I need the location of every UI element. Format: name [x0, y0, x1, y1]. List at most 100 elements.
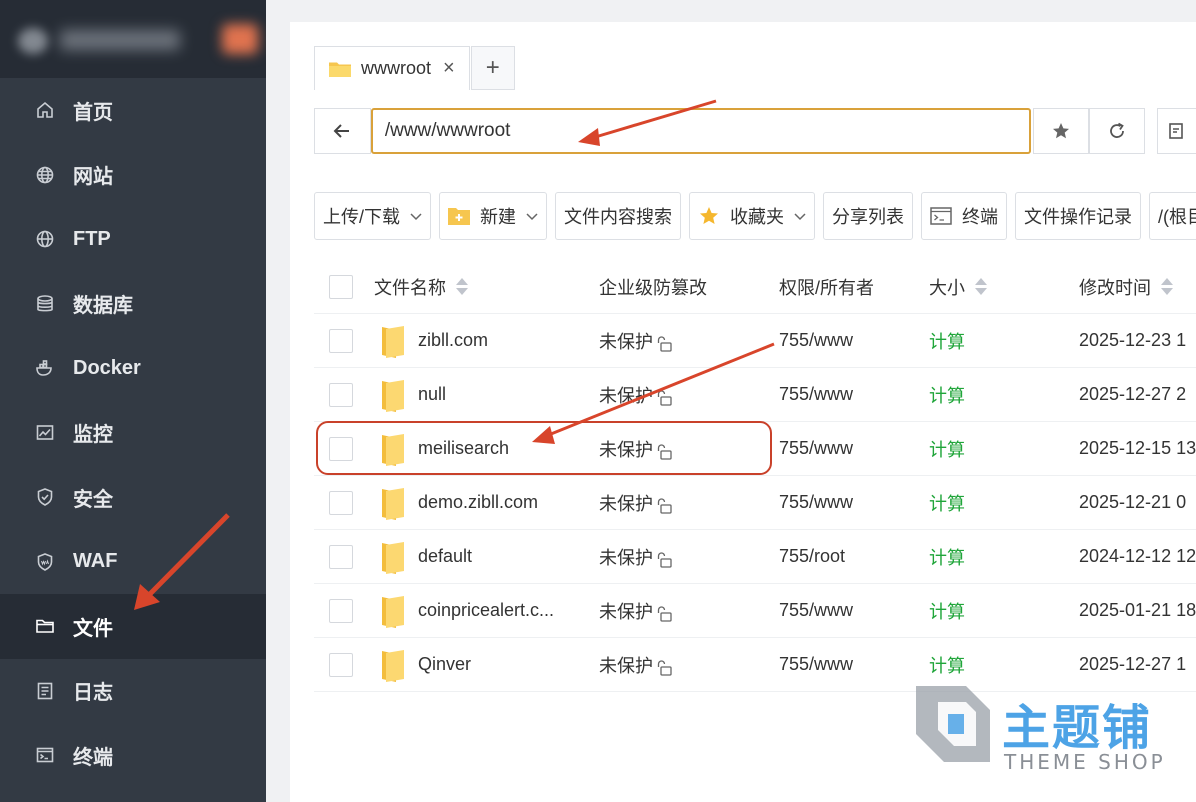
file-name-cell[interactable]: demo.zibll.com — [374, 486, 538, 520]
permission-owner: 755/www — [779, 330, 854, 350]
sidebar-item-database[interactable]: 数据库 — [0, 272, 266, 337]
tab-wwwroot[interactable]: wwwroot × — [314, 46, 470, 90]
sidebar-item-website[interactable]: 网站 — [0, 143, 266, 208]
terminal-button[interactable]: 终端 — [921, 192, 1008, 240]
protect-cell[interactable]: 未保护 — [599, 382, 673, 408]
row-checkbox[interactable] — [329, 652, 353, 677]
protect-status: 未保护 — [599, 601, 653, 622]
permission-cell[interactable]: 755/www — [779, 654, 853, 675]
table-row[interactable]: demo.zibll.com 未保护 755/www 计算 2025-12-21 0 — [314, 476, 1196, 530]
protect-cell[interactable]: 未保护 — [599, 652, 673, 678]
unlock-icon — [657, 605, 672, 622]
table-row[interactable]: coinpricealert.c... 未保护 755/www 计算 2025-01-2… — [314, 584, 1196, 638]
permission-owner: 755/www — [779, 438, 854, 458]
file-name-cell[interactable]: zibll.com — [374, 324, 488, 358]
edit-path-button[interactable] — [1156, 108, 1196, 154]
unlock-icon — [657, 389, 672, 406]
sidebar-item-terminal[interactable]: 终端 — [0, 723, 266, 788]
calculate-size-link[interactable]: 计算 — [929, 436, 965, 462]
share-list-label: 分享列表 — [832, 207, 905, 227]
add-tab-button[interactable]: + — [470, 46, 515, 90]
size-cell[interactable]: 计算 — [929, 598, 965, 624]
row-checkbox[interactable] — [329, 490, 353, 515]
mtime-cell: 2024-12-12 12 — [1079, 546, 1196, 567]
content-search-button[interactable]: 文件内容搜索 — [555, 192, 682, 240]
file-name-cell[interactable]: meilisearch — [374, 432, 509, 466]
sidebar-item-security[interactable]: 安全 — [0, 465, 266, 530]
file-name: null — [418, 384, 447, 404]
sidebar-item-files[interactable]: 文件 — [0, 594, 266, 659]
row-checkbox[interactable] — [329, 328, 353, 353]
refresh-icon — [1110, 122, 1124, 138]
favorite-button[interactable] — [1033, 108, 1089, 154]
blurred-logo — [18, 28, 48, 54]
sidebar-item-home[interactable]: 首页 — [0, 78, 266, 143]
protect-cell[interactable]: 未保护 — [599, 328, 673, 354]
protect-status: 未保护 — [599, 655, 653, 676]
calculate-size-link[interactable]: 计算 — [929, 652, 965, 678]
table-row[interactable]: meilisearch 未保护 755/www 计算 2025-12-15 13 — [314, 422, 1196, 476]
path-input[interactable] — [370, 108, 1032, 154]
calculate-size-link[interactable]: 计算 — [929, 598, 965, 624]
unlock-icon — [657, 497, 672, 514]
header-name[interactable]: 文件名称 — [374, 274, 468, 300]
size-cell[interactable]: 计算 — [929, 544, 965, 570]
upload-download-button[interactable]: 上传/下载 — [314, 192, 432, 240]
permission-owner: 755/www — [779, 600, 854, 620]
sidebar-item-waf[interactable]: WAF — [0, 530, 266, 595]
size-cell[interactable]: 计算 — [929, 436, 965, 462]
permission-cell[interactable]: 755/www — [779, 384, 853, 405]
root-dir-button[interactable]: /(根目录 — [1149, 192, 1196, 240]
table-row[interactable]: null 未保护 755/www 计算 2025-12-27 2 — [314, 368, 1196, 422]
row-checkbox[interactable] — [329, 382, 353, 407]
size-cell[interactable]: 计算 — [929, 382, 965, 408]
file-name: demo.zibll.com — [418, 492, 539, 512]
sidebar-item-monitor[interactable]: 监控 — [0, 401, 266, 466]
size-cell[interactable]: 计算 — [929, 652, 965, 678]
row-checkbox[interactable] — [329, 544, 353, 569]
permission-cell[interactable]: 755/www — [779, 492, 853, 513]
table-row[interactable]: default 未保护 755/root 计算 2024-12-12 12 — [314, 530, 1196, 584]
calculate-size-link[interactable]: 计算 — [929, 382, 965, 408]
file-name-cell[interactable]: null — [374, 378, 446, 412]
new-button[interactable]: 新建 — [439, 192, 548, 240]
select-all-checkbox[interactable] — [329, 274, 353, 299]
file-name-cell[interactable]: default — [374, 540, 472, 574]
protect-cell[interactable]: 未保护 — [599, 490, 673, 516]
sort-icon — [1161, 278, 1173, 295]
permission-cell[interactable]: 755/root — [779, 546, 845, 567]
permission-cell[interactable]: 755/www — [779, 600, 853, 621]
refresh-button[interactable] — [1088, 108, 1145, 154]
calculate-size-link[interactable]: 计算 — [929, 490, 965, 516]
calculate-size-link[interactable]: 计算 — [929, 544, 965, 570]
unlock-icon — [657, 335, 672, 352]
sidebar-item-logs[interactable]: 日志 — [0, 659, 266, 724]
calculate-size-link[interactable]: 计算 — [929, 328, 965, 354]
table-row[interactable]: Qinver 未保护 755/www 计算 2025-12-27 1 — [314, 638, 1196, 692]
sidebar-item-label: Docker — [73, 356, 141, 379]
permission-cell[interactable]: 755/www — [779, 330, 853, 351]
operation-log-button[interactable]: 文件操作记录 — [1015, 192, 1142, 240]
back-button[interactable] — [314, 108, 371, 154]
permission-cell[interactable]: 755/www — [779, 438, 853, 459]
sidebar-item-ftp[interactable]: FTP — [0, 207, 266, 272]
favorites-button[interactable]: 收藏夹 — [689, 192, 816, 240]
size-cell[interactable]: 计算 — [929, 490, 965, 516]
row-checkbox[interactable] — [329, 598, 353, 623]
protect-cell[interactable]: 未保护 — [599, 544, 673, 570]
protect-cell[interactable]: 未保护 — [599, 598, 673, 624]
protect-cell[interactable]: 未保护 — [599, 436, 673, 462]
sidebar-item-docker[interactable]: Docker — [0, 336, 266, 401]
permission-owner: 755/www — [779, 384, 854, 404]
share-list-button[interactable]: 分享列表 — [823, 192, 914, 240]
header-mtime[interactable]: 修改时间 — [1079, 274, 1173, 300]
close-icon[interactable]: × — [443, 57, 455, 80]
modified-time: 2025-12-27 1 — [1079, 654, 1187, 674]
size-cell[interactable]: 计算 — [929, 328, 965, 354]
file-name-cell[interactable]: Qinver — [374, 648, 471, 682]
table-row[interactable]: zibll.com 未保护 755/www 计算 2025-12-23 1 — [314, 314, 1196, 368]
permission-owner: 755/www — [779, 654, 854, 674]
file-name-cell[interactable]: coinpricealert.c... — [374, 594, 554, 628]
header-size[interactable]: 大小 — [929, 274, 987, 300]
row-checkbox[interactable] — [329, 436, 353, 461]
